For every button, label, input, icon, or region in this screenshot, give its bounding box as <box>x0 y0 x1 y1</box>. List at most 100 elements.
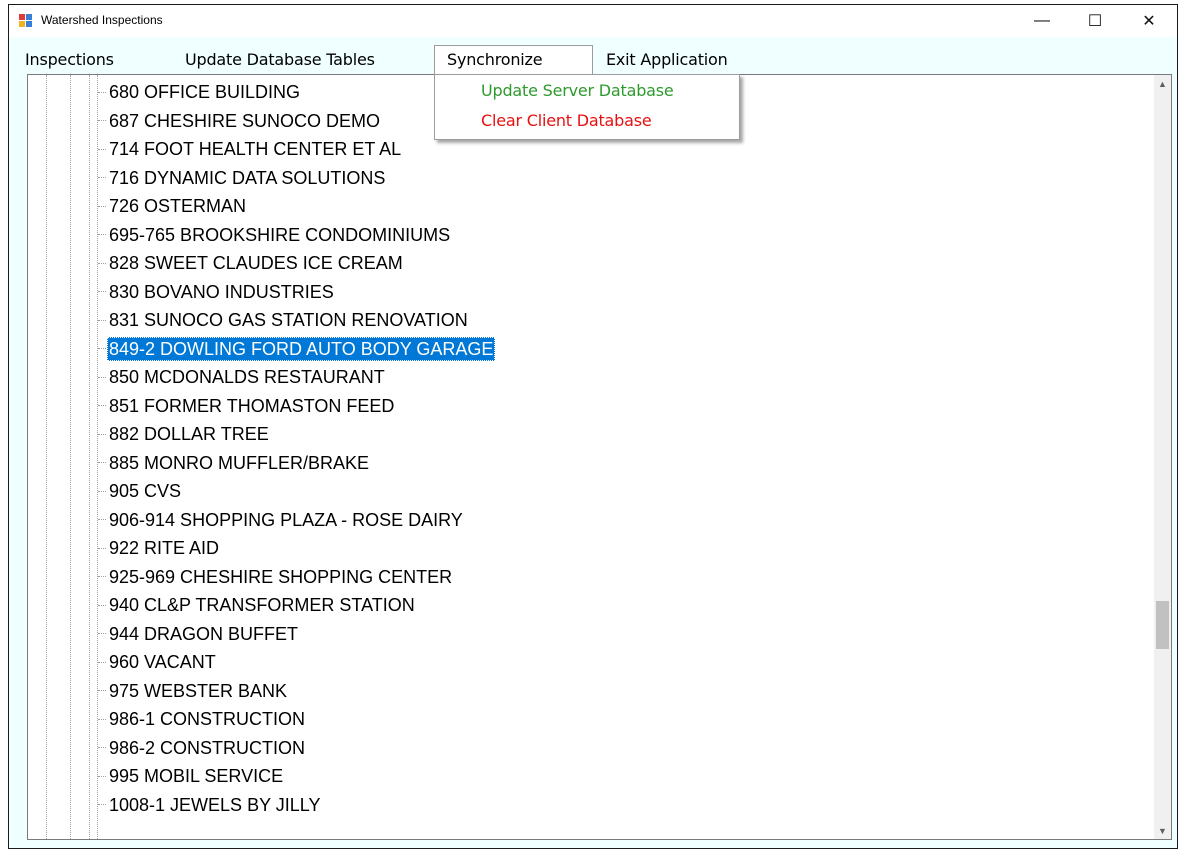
tree-node[interactable]: 940 CL&P TRANSFORMER STATION <box>98 592 417 618</box>
window-title: Watershed Inspections <box>41 13 163 27</box>
tree-node-label: 830 BOVANO INDUSTRIES <box>109 281 334 302</box>
tree-branch-line <box>98 718 106 720</box>
tree-node-label: 885 MONRO MUFFLER/BRAKE <box>109 452 370 473</box>
title-bar[interactable]: Watershed Inspections — ☐ ✕ <box>9 5 1177 37</box>
tree-branch-line <box>98 262 106 264</box>
tree-node-label: 726 OSTERMAN <box>109 196 247 216</box>
tree-node[interactable]: 680 OFFICE BUILDING <box>98 79 302 105</box>
tree-node-label: 986-2 CONSTRUCTION <box>109 737 306 758</box>
tree-node-label: 831 SUNOCO GAS STATION RENOVATION <box>109 310 468 330</box>
tree-node-selected[interactable]: 849-2 DOWLING FORD AUTO BODY GARAGE <box>98 336 496 362</box>
tree-branch-line <box>98 633 106 634</box>
minimize-button[interactable]: — <box>1019 5 1065 37</box>
tree-node[interactable]: 995 MOBIL SERVICE <box>98 763 285 789</box>
tree-branch-line <box>98 490 106 492</box>
tree-branch-line <box>98 348 106 349</box>
update-server-database-item[interactable]: Update Server Database <box>481 81 674 100</box>
tree-node[interactable]: 905 CVS <box>98 478 183 504</box>
tree-node-label: 995 MOBIL SERVICE <box>109 766 284 786</box>
tree-node[interactable]: 906-914 SHOPPING PLAZA - ROSE DAIRY <box>98 507 465 533</box>
tree-branch-line <box>98 120 106 121</box>
tree-node[interactable]: 726 OSTERMAN <box>98 193 248 219</box>
tree-branch-line <box>98 234 106 235</box>
tree-node[interactable]: 851 FORMER THOMASTON FEED <box>98 393 396 419</box>
tree-branch-line <box>98 462 106 463</box>
tree-guide-line <box>89 75 90 839</box>
tree-node[interactable]: 882 DOLLAR TREE <box>98 421 271 447</box>
menu-bar: Inspections Update Database Tables Synch… <box>9 45 1177 75</box>
tree-node[interactable]: 828 SWEET CLAUDES ICE CREAM <box>98 250 405 276</box>
tree-node[interactable]: 687 CHESHIRE SUNOCO DEMO <box>98 108 382 134</box>
tree-branch-line <box>98 604 106 606</box>
tree-branch-line <box>98 291 106 292</box>
tree-branch-line <box>98 775 106 777</box>
tree-node[interactable]: 885 MONRO MUFFLER/BRAKE <box>98 450 371 476</box>
tree-node[interactable]: 850 MCDONALDS RESTAURANT <box>98 364 387 390</box>
scroll-down-arrow-icon[interactable]: ▼ <box>1154 822 1171 839</box>
tree-node-label: 1008-1 JEWELS BY JILLY <box>109 794 321 815</box>
clear-client-database-item[interactable]: Clear Client Database <box>481 111 652 130</box>
tree-guide-line <box>70 75 71 839</box>
tree-node-label: 975 WEBSTER BANK <box>109 680 288 701</box>
menu-inspections[interactable]: Inspections <box>25 45 114 75</box>
tree-node-label: 922 RITE AID <box>109 538 220 558</box>
tree-node[interactable]: 714 FOOT HEALTH CENTER ET AL <box>98 136 403 162</box>
scroll-up-arrow-icon[interactable]: ▲ <box>1154 75 1171 92</box>
vertical-scrollbar[interactable]: ▲ ▼ <box>1154 75 1171 839</box>
tree-node[interactable]: 986-2 CONSTRUCTION <box>98 735 307 761</box>
tree-branch-line <box>98 405 106 406</box>
tree-node[interactable]: 716 DYNAMIC DATA SOLUTIONS <box>98 165 387 191</box>
tree-node[interactable]: 925-969 CHESHIRE SHOPPING CENTER <box>98 564 454 590</box>
tree-branch-line <box>98 148 106 150</box>
tree-node[interactable]: 1008-1 JEWELS BY JILLY <box>98 792 322 818</box>
tree-node[interactable]: 922 RITE AID <box>98 535 221 561</box>
tree-branch-line <box>98 747 106 748</box>
tree-node-label: 687 CHESHIRE SUNOCO DEMO <box>109 110 381 131</box>
tree-node-label: 828 SWEET CLAUDES ICE CREAM <box>109 253 403 273</box>
maximize-button[interactable]: ☐ <box>1072 5 1118 37</box>
tree-node[interactable]: 975 WEBSTER BANK <box>98 678 289 704</box>
tree-node-label: 940 CL&P TRANSFORMER STATION <box>109 595 415 615</box>
tree-node-label: 850 MCDONALDS RESTAURANT <box>109 367 385 387</box>
menu-update-database-tables[interactable]: Update Database Tables <box>185 45 375 75</box>
tree-node-label: 960 VACANT <box>109 652 216 672</box>
tree-node-label: 849-2 DOWLING FORD AUTO BODY GARAGE <box>107 336 496 361</box>
menu-exit-application[interactable]: Exit Application <box>606 45 728 75</box>
tree-node[interactable]: 944 DRAGON BUFFET <box>98 621 300 647</box>
tree-node[interactable]: 695-765 BROOKSHIRE CONDOMINIUMS <box>98 222 452 248</box>
close-button[interactable]: ✕ <box>1126 5 1172 37</box>
tree-node[interactable]: 830 BOVANO INDUSTRIES <box>98 279 336 305</box>
tree-branch-line <box>98 690 106 691</box>
tree-node-label: 986-1 CONSTRUCTION <box>109 709 306 729</box>
app-icon <box>19 14 33 28</box>
tree-node-label: 714 FOOT HEALTH CENTER ET AL <box>109 139 402 159</box>
tree-branch-line <box>98 547 106 549</box>
tree-node-label: 680 OFFICE BUILDING <box>109 82 301 102</box>
tree-node-label: 716 DYNAMIC DATA SOLUTIONS <box>109 167 386 188</box>
menu-synchronize[interactable]: Synchronize <box>434 45 593 75</box>
synchronize-dropdown: Update Server Database Clear Client Data… <box>434 74 740 140</box>
application-window: Watershed Inspections — ☐ ✕ Inspections … <box>8 4 1178 849</box>
tree-branch-line <box>98 433 106 435</box>
tree-branch-line <box>98 205 106 207</box>
tree-node-label: 851 FORMER THOMASTON FEED <box>109 395 395 416</box>
tree-branch-line <box>98 91 106 93</box>
tree-node-label: 925-969 CHESHIRE SHOPPING CENTER <box>109 566 453 587</box>
tree-branch-line <box>98 661 106 663</box>
inspection-tree-view[interactable]: 680 OFFICE BUILDING 687 CHESHIRE SUNOCO D… <box>27 74 1172 840</box>
scrollbar-thumb[interactable] <box>1156 601 1169 649</box>
tree-branch-line <box>98 177 106 178</box>
tree-node[interactable]: 986-1 CONSTRUCTION <box>98 706 307 732</box>
tree-branch-line <box>98 804 106 805</box>
tree-node-label: 944 DRAGON BUFFET <box>109 623 299 644</box>
tree-node-label: 906-914 SHOPPING PLAZA - ROSE DAIRY <box>109 509 463 530</box>
tree-branch-line <box>98 319 106 321</box>
tree-node-label: 882 DOLLAR TREE <box>109 424 269 444</box>
tree-node-label: 905 CVS <box>109 481 182 501</box>
tree-node-label: 695-765 BROOKSHIRE CONDOMINIUMS <box>109 224 451 245</box>
tree-branch-line <box>98 376 106 378</box>
tree-guide-line <box>46 75 47 839</box>
tree-node[interactable]: 831 SUNOCO GAS STATION RENOVATION <box>98 307 470 333</box>
tree-branch-line <box>98 576 106 577</box>
tree-node[interactable]: 960 VACANT <box>98 649 218 675</box>
